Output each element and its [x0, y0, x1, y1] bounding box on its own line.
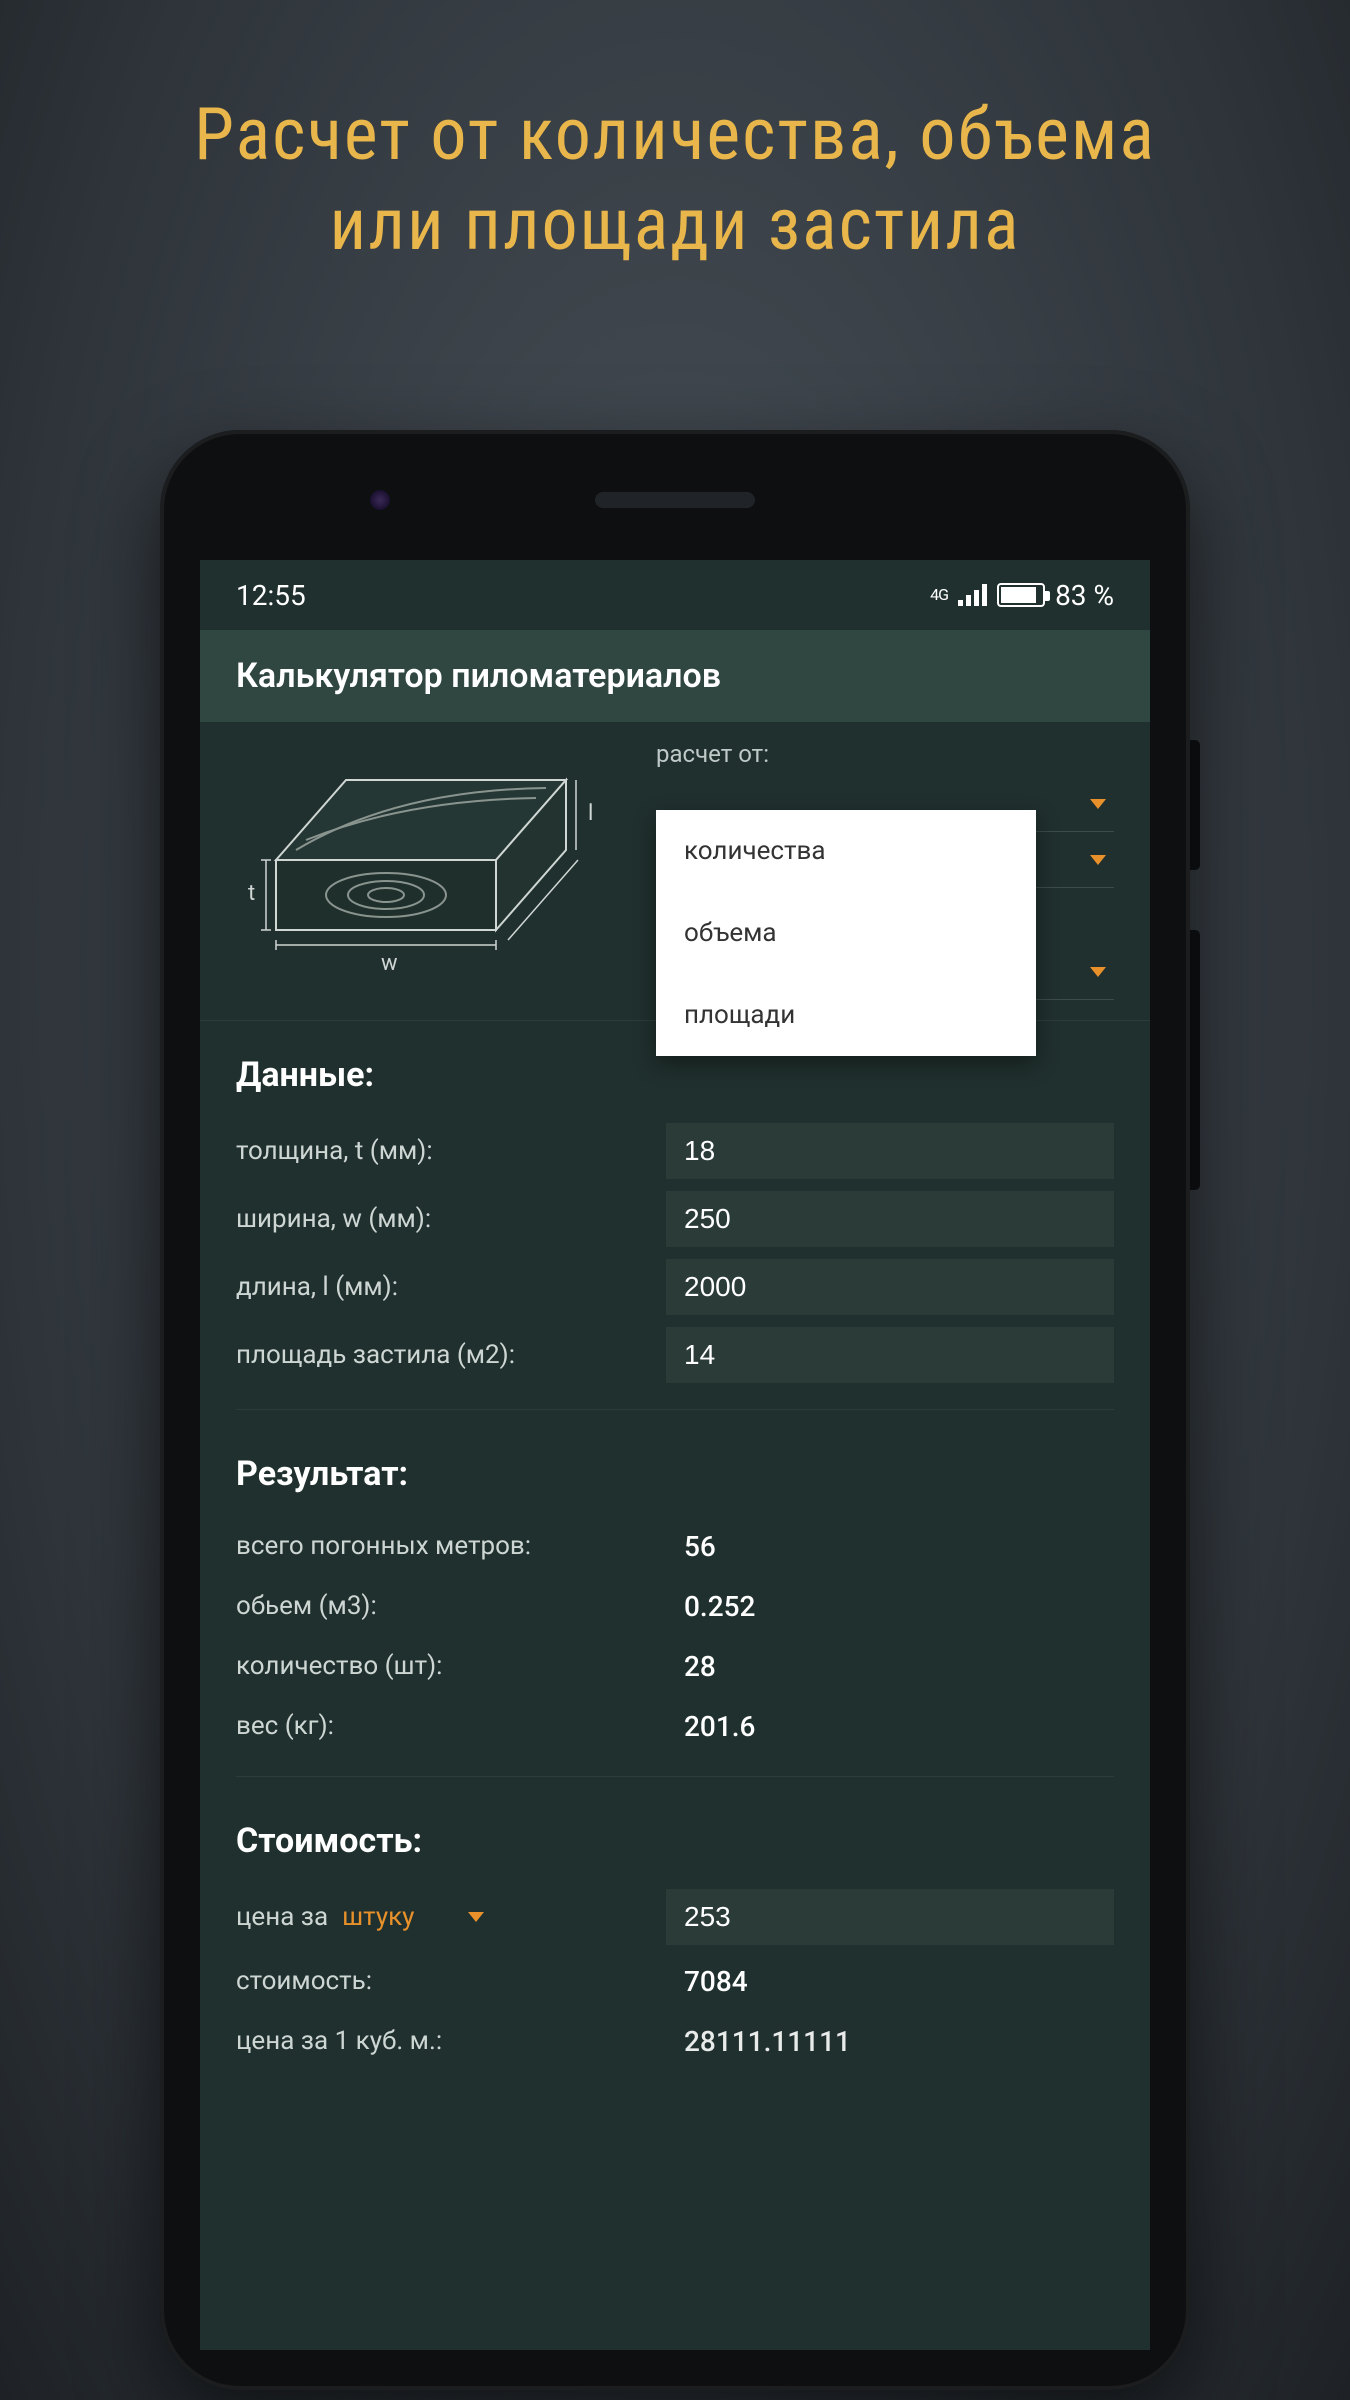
controls-panel: расчет от: количества объема площади: [656, 740, 1114, 1000]
row-total-cost: стоимость: 7084: [236, 1951, 1114, 2011]
label-weight: вес (кг):: [236, 1711, 666, 1741]
network-4g-icon: 4G: [930, 586, 948, 604]
input-price-per[interactable]: [666, 1889, 1114, 1945]
promo-line2: или площади застила: [330, 182, 1021, 267]
row-running-meters: всего погонных метров: 56: [236, 1516, 1114, 1576]
value-total-cost: 7084: [666, 1965, 1114, 1998]
promo-line1: Расчет от количества, объема: [194, 92, 1156, 177]
menu-option-area[interactable]: площади: [656, 974, 1036, 1056]
phone-earpiece: [595, 492, 755, 508]
price-per-label: цена за: [236, 1902, 328, 1932]
row-weight: вес (кг): 201.6: [236, 1696, 1114, 1756]
value-volume: 0.252: [666, 1590, 1114, 1623]
phone-volume-button: [1190, 930, 1200, 1190]
calc-from-dropdown-menu: количества объема площади: [656, 810, 1036, 1056]
data-section-title: Данные:: [236, 1055, 1114, 1095]
price-per-select-value: штуку: [342, 1902, 414, 1932]
input-width[interactable]: [666, 1191, 1114, 1247]
cost-section-title: Стоимость:: [236, 1821, 1114, 1861]
input-area[interactable]: [666, 1327, 1114, 1383]
label-running-meters: всего погонных метров:: [236, 1531, 666, 1561]
chevron-down-icon: [1090, 967, 1106, 977]
screen: 12:55 4G 83 % Калькулятор пиломатериалов: [200, 560, 1150, 2350]
chevron-down-icon: [1090, 799, 1106, 809]
status-right: 4G 83 %: [930, 579, 1114, 612]
label-total-cost: стоимость:: [236, 1966, 666, 1996]
phone-sensor: [370, 490, 390, 510]
diagram-label-w: w: [381, 951, 398, 976]
label-volume: обьем (м3):: [236, 1591, 666, 1621]
value-count: 28: [666, 1650, 1114, 1683]
value-weight: 201.6: [666, 1710, 1114, 1743]
menu-option-quantity[interactable]: количества: [656, 810, 1036, 892]
row-thickness: толщина, t (мм):: [236, 1117, 1114, 1185]
row-width: ширина, w (мм):: [236, 1185, 1114, 1253]
row-area: площадь застила (м2):: [236, 1321, 1114, 1389]
input-length[interactable]: [666, 1259, 1114, 1315]
promo-title: Расчет от количества, объема или площади…: [0, 90, 1350, 270]
label-area: площадь застила (м2):: [236, 1340, 666, 1370]
signal-bars-icon: [958, 584, 987, 606]
battery-icon: [997, 583, 1045, 607]
label-width: ширина, w (мм):: [236, 1204, 666, 1234]
status-bar: 12:55 4G 83 %: [200, 560, 1150, 630]
label-thickness: толщина, t (мм):: [236, 1136, 666, 1166]
label-count: количество (шт):: [236, 1651, 666, 1681]
battery-percent: 83 %: [1055, 579, 1114, 612]
row-price-per: цена за штуку: [236, 1883, 1114, 1951]
chevron-down-icon: [468, 1912, 484, 1922]
phone-power-button: [1190, 740, 1200, 870]
status-time: 12:55: [236, 579, 306, 612]
divider: [236, 1776, 1114, 1777]
value-running-meters: 56: [666, 1530, 1114, 1563]
calc-from-label: расчет от:: [656, 740, 1114, 768]
app-title: Калькулятор пиломатериалов: [236, 656, 721, 696]
divider: [236, 1409, 1114, 1410]
row-length: длина, l (мм):: [236, 1253, 1114, 1321]
result-section-title: Результат:: [236, 1454, 1114, 1494]
chevron-down-icon: [1090, 855, 1106, 865]
data-section: Данные: толщина, t (мм): ширина, w (мм):…: [200, 1021, 1150, 1399]
row-price-per-cubic: цена за 1 куб. м.: 28111.11111: [236, 2011, 1114, 2071]
label-price-per-cubic: цена за 1 куб. м.:: [236, 2026, 666, 2056]
diagram-label-t: t: [248, 881, 255, 906]
lumber-diagram: t w l: [236, 740, 636, 1000]
row-volume: обьем (м3): 0.252: [236, 1576, 1114, 1636]
price-per-select[interactable]: цена за штуку: [236, 1902, 666, 1932]
diagram-label-l: l: [588, 801, 593, 826]
phone-frame: 12:55 4G 83 % Калькулятор пиломатериалов: [160, 430, 1190, 2390]
label-length: длина, l (мм):: [236, 1272, 666, 1302]
row-count: количество (шт): 28: [236, 1636, 1114, 1696]
cost-section: Стоимость: цена за штуку стоимость: 7084…: [200, 1787, 1150, 2081]
input-thickness[interactable]: [666, 1123, 1114, 1179]
menu-option-volume[interactable]: объема: [656, 892, 1036, 974]
result-section: Результат: всего погонных метров: 56 обь…: [200, 1420, 1150, 1766]
top-section: t w l расчет от: колич: [200, 722, 1150, 1021]
app-bar: Калькулятор пиломатериалов: [200, 630, 1150, 722]
value-price-per-cubic: 28111.11111: [666, 2025, 1114, 2058]
